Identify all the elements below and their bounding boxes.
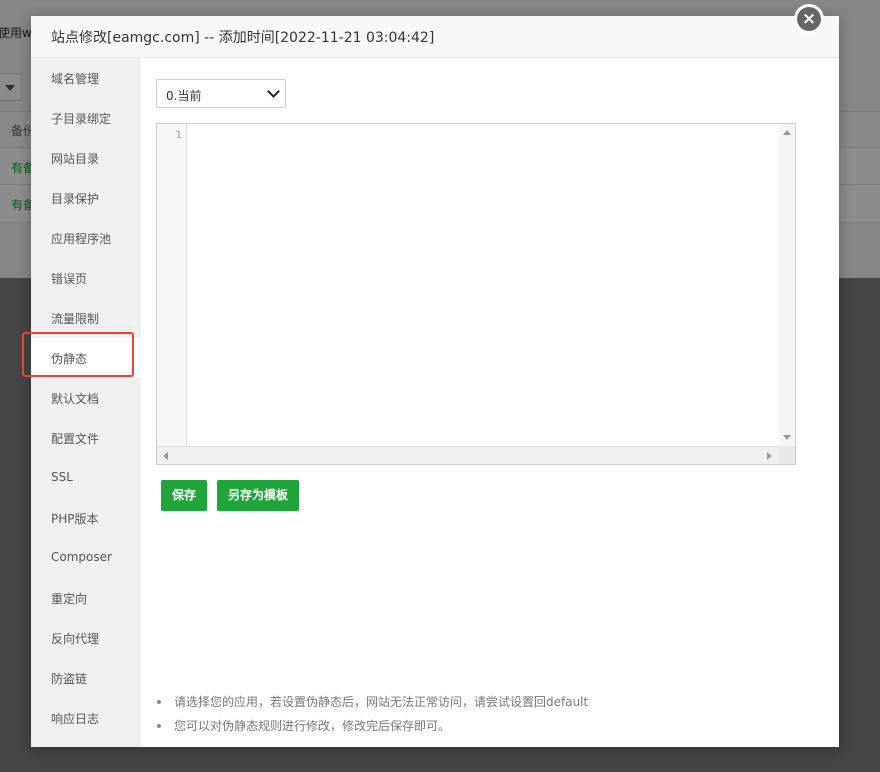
select-value: 0.当前 bbox=[166, 89, 202, 103]
scroll-left-icon[interactable] bbox=[163, 452, 168, 460]
dialog-title: 站点修改[eamgc.com] -- 添加时间[2022-11-21 03:04… bbox=[51, 30, 435, 46]
sidebar-item-label: 子目录绑定 bbox=[51, 112, 112, 126]
sidebar-item-label: 重定向 bbox=[51, 592, 88, 606]
sidebar-item-response-log[interactable]: 响应日志 bbox=[31, 698, 141, 738]
sidebar-item-redirect[interactable]: 重定向 bbox=[31, 578, 141, 618]
sidebar-item-label: 应用程序池 bbox=[51, 232, 112, 246]
sidebar-item-label: SSL bbox=[51, 470, 73, 484]
scroll-down-icon[interactable] bbox=[783, 435, 791, 440]
close-icon[interactable]: × bbox=[797, 7, 821, 31]
rewrite-code-editor[interactable]: 1 bbox=[156, 123, 796, 465]
sidebar-item-domain[interactable]: 域名管理 bbox=[31, 58, 141, 98]
sidebar-item-label: 防盗链 bbox=[51, 672, 88, 686]
help-note: 您可以对伪静态规则进行修改，修改完后保存即可。 bbox=[157, 718, 827, 742]
line-number: 1 bbox=[175, 130, 182, 141]
dialog-sidebar: 域名管理 子目录绑定 网站目录 目录保护 应用程序池 错误页 流量限制 伪静态 … bbox=[31, 58, 141, 747]
sidebar-item-subdirectory[interactable]: 子目录绑定 bbox=[31, 98, 141, 138]
sidebar-item-label: 流量限制 bbox=[51, 312, 100, 326]
scroll-right-icon[interactable] bbox=[767, 452, 772, 460]
sidebar-item-app-pool[interactable]: 应用程序池 bbox=[31, 218, 141, 258]
sidebar-item-label: 反向代理 bbox=[51, 632, 100, 646]
vertical-scrollbar[interactable] bbox=[779, 124, 795, 446]
highlight-box bbox=[22, 332, 134, 377]
sidebar-item-label: 配置文件 bbox=[51, 432, 100, 446]
sidebar-item-label: Composer bbox=[51, 550, 112, 564]
sidebar-item-composer[interactable]: Composer bbox=[31, 538, 141, 578]
horizontal-scrollbar[interactable] bbox=[157, 446, 795, 464]
sidebar-item-label: 域名管理 bbox=[51, 72, 100, 86]
scroll-up-icon[interactable] bbox=[783, 130, 791, 135]
rewrite-version-select[interactable]: 0.当前 bbox=[156, 79, 286, 108]
sidebar-item-site-directory[interactable]: 网站目录 bbox=[31, 138, 141, 178]
dialog-header: 站点修改[eamgc.com] -- 添加时间[2022-11-21 03:04… bbox=[31, 16, 839, 58]
sidebar-item-label: 默认文档 bbox=[51, 392, 100, 406]
line-number-gutter: 1 bbox=[157, 124, 187, 446]
sidebar-item-ssl[interactable]: SSL bbox=[31, 458, 141, 498]
sidebar-item-config-file[interactable]: 配置文件 bbox=[31, 418, 141, 458]
sidebar-item-directory-protection[interactable]: 目录保护 bbox=[31, 178, 141, 218]
sidebar-item-default-document[interactable]: 默认文档 bbox=[31, 378, 141, 418]
sidebar-item-reverse-proxy[interactable]: 反向代理 bbox=[31, 618, 141, 658]
sidebar-item-label: 目录保护 bbox=[51, 192, 100, 206]
save-as-template-button[interactable]: 另存为模板 bbox=[217, 480, 299, 511]
chevron-down-icon bbox=[267, 85, 280, 98]
help-notes: 请选择您的应用，若设置伪静态后，网站无法正常访问，请尝试设置回default 您… bbox=[157, 694, 827, 742]
save-button[interactable]: 保存 bbox=[161, 480, 207, 511]
sidebar-item-label: 错误页 bbox=[51, 272, 88, 286]
close-button[interactable]: × bbox=[794, 4, 824, 34]
sidebar-item-php-version[interactable]: PHP版本 bbox=[31, 498, 141, 538]
sidebar-item-label: 响应日志 bbox=[51, 712, 100, 726]
sidebar-item-label: 网站目录 bbox=[51, 152, 100, 166]
help-note: 请选择您的应用，若设置伪静态后，网站无法正常访问，请尝试设置回default bbox=[157, 694, 827, 718]
scrollbar-corner bbox=[779, 446, 795, 464]
site-edit-dialog: 站点修改[eamgc.com] -- 添加时间[2022-11-21 03:04… bbox=[31, 16, 839, 747]
sidebar-item-error-page[interactable]: 错误页 bbox=[31, 258, 141, 298]
sidebar-item-label: PHP版本 bbox=[51, 512, 99, 526]
rewrite-panel: 0.当前 1 保存 另存为模板 请选择您的应用，若设置伪静态后，网站无法正常访问… bbox=[141, 58, 839, 747]
sidebar-item-hotlink-protection[interactable]: 防盗链 bbox=[31, 658, 141, 698]
